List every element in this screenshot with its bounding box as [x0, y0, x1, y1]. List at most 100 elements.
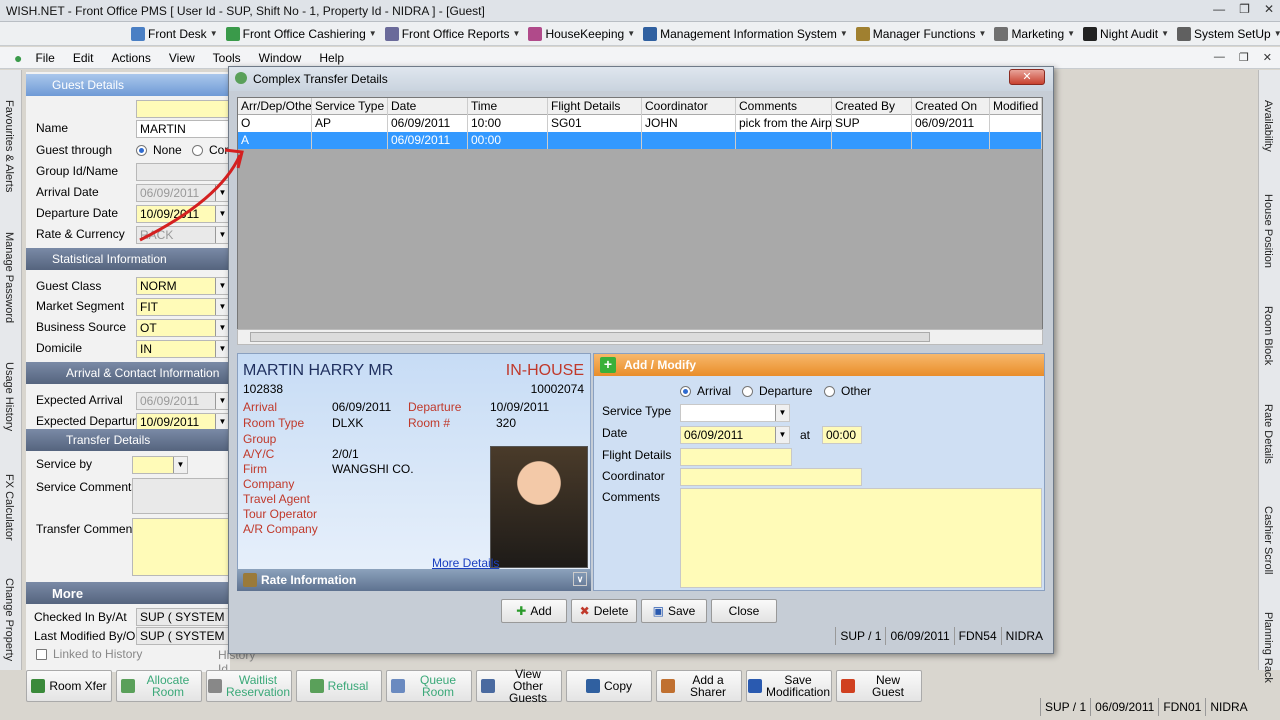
more-details-link[interactable]: More Details [432, 556, 499, 570]
dropdown-arrow-icon[interactable]: ▼ [369, 29, 377, 38]
toolbar-front-office-cashiering[interactable]: Front Office Cashiering ▼ [223, 26, 380, 41]
column-header[interactable]: Coordinator [642, 98, 736, 115]
rate-currency-field[interactable]: RACK ▼ [136, 226, 230, 244]
grid-horizontal-scrollbar[interactable] [237, 329, 1043, 345]
tab-favourites-alerts[interactable]: Favourites & Alerts [3, 100, 15, 192]
tab-fx-calculator[interactable]: FX Calculator [3, 474, 15, 541]
guest-extra-field[interactable] [136, 100, 230, 118]
time-field[interactable]: 00:00 [822, 426, 862, 444]
add-button[interactable]: ✚ Add [501, 599, 567, 623]
service-type-select[interactable]: ▼ [680, 404, 790, 422]
tab-rate-details[interactable]: Rate Details [1262, 404, 1274, 464]
save-button[interactable]: ▣ Save [641, 599, 707, 623]
close-button[interactable]: Close [711, 599, 777, 623]
menu-file[interactable]: File [26, 51, 63, 65]
guest-details-header[interactable]: Guest Details [26, 74, 230, 96]
allocate-room-button[interactable]: Allocate Room [116, 670, 202, 702]
arrival-contact-header[interactable]: Arrival & Contact Information [26, 362, 230, 384]
toolbar-housekeeping[interactable]: HouseKeeping ▼ [525, 26, 638, 41]
group-field[interactable] [136, 163, 230, 181]
flight-details-input[interactable] [680, 448, 792, 466]
market-segment-field[interactable]: FIT ▼ [136, 298, 230, 316]
transfer-comments-field[interactable] [132, 518, 230, 576]
tab-manage-password[interactable]: Manage Password [3, 232, 15, 323]
more-header[interactable]: More [26, 582, 230, 604]
departure-date-field[interactable]: 10/09/2011 ▼ [136, 205, 230, 223]
tab-room-block[interactable]: Room Block [1262, 306, 1274, 365]
dropdown-arrow-icon[interactable]: ▼ [1161, 29, 1169, 38]
restore-icon[interactable]: ❐ [1239, 2, 1250, 16]
column-header[interactable]: Comments [736, 98, 832, 115]
tab-planning-rack[interactable]: Planning Rack [1262, 612, 1274, 683]
tab-change-property[interactable]: Change Property [3, 578, 15, 661]
coordinator-input[interactable] [680, 468, 862, 486]
add-a-sharer-button[interactable]: Add a Sharer [656, 670, 742, 702]
delete-button[interactable]: ✖ Delete [571, 599, 637, 623]
expected-arrival-field[interactable]: 06/09/2011 ▼ [136, 392, 230, 410]
service-comments-field[interactable] [132, 478, 230, 514]
dropdown-arrow-icon[interactable]: ▼ [1274, 29, 1280, 38]
menu-help[interactable]: Help [310, 51, 353, 65]
toolbar-marketing[interactable]: Marketing ▼ [991, 26, 1078, 41]
mdi-restore-icon[interactable]: ❐ [1239, 51, 1249, 64]
transfer-details-header[interactable]: Transfer Details [26, 429, 230, 451]
dropdown-arrow-icon[interactable]: ▼ [1067, 29, 1075, 38]
mdi-close-icon[interactable]: ✕ [1263, 51, 1272, 64]
table-row[interactable]: A 06/09/2011 00:00 [238, 132, 1042, 149]
tab-cashier-scroll[interactable]: Cashier Scroll [1262, 506, 1274, 574]
expand-icon[interactable]: ∨ [573, 572, 587, 586]
column-header[interactable]: Service Type [312, 98, 388, 115]
statistical-info-header[interactable]: Statistical Information [26, 248, 230, 270]
room-xfer-button[interactable]: Room Xfer [26, 670, 112, 702]
menu-window[interactable]: Window [250, 51, 311, 65]
mdi-minimize-icon[interactable]: — [1214, 51, 1225, 64]
scrollbar-thumb[interactable] [250, 332, 930, 342]
guest-through-none-radio[interactable]: None [136, 143, 182, 157]
column-header[interactable]: Flight Details [548, 98, 642, 115]
toolbar-front-desk[interactable]: Front Desk ▼ [128, 26, 221, 41]
guest-class-field[interactable]: NORM ▼ [136, 277, 230, 295]
column-header[interactable]: Created On [912, 98, 990, 115]
date-picker[interactable]: 06/09/2011 ▼ [680, 426, 790, 444]
column-header[interactable]: Arr/Dep/Other [238, 98, 312, 115]
toolbar-night-audit[interactable]: Night Audit ▼ [1080, 26, 1172, 41]
column-header[interactable]: Created By [832, 98, 912, 115]
linked-history-checkbox[interactable]: Linked to History [36, 647, 142, 661]
menu-tools[interactable]: Tools [204, 51, 250, 65]
guest-through-cor-radio[interactable]: Cor [192, 143, 228, 157]
refusal-button[interactable]: Refusal [296, 670, 382, 702]
other-radio[interactable]: Other [824, 384, 871, 398]
column-header[interactable]: Time [468, 98, 548, 115]
toolbar-system-setup[interactable]: System SetUp ▼ [1174, 26, 1280, 41]
toolbar-management-information-system[interactable]: Management Information System ▼ [640, 26, 851, 41]
menu-edit[interactable]: Edit [64, 51, 103, 65]
column-header[interactable]: Modified By [990, 98, 1042, 115]
dropdown-arrow-icon[interactable]: ▼ [210, 29, 218, 38]
tab-usage-history[interactable]: Usage History [3, 362, 15, 431]
tab-house-position[interactable]: House Position [1262, 194, 1274, 268]
minimize-icon[interactable]: — [1213, 2, 1225, 16]
table-row[interactable]: O AP 06/09/2011 10:00 SG01 JOHN pick from the … [238, 115, 1042, 132]
departure-radio[interactable]: Departure [742, 384, 812, 398]
menu-view[interactable]: View [160, 51, 204, 65]
close-icon[interactable]: ✕ [1264, 2, 1274, 16]
grid-header-row[interactable]: Arr/Dep/Other Service Type Date Time Flight … [238, 98, 1042, 115]
name-input[interactable]: MARTIN [136, 120, 230, 138]
dropdown-arrow-icon[interactable]: ▼ [840, 29, 848, 38]
new-guest-button[interactable]: New Guest [836, 670, 922, 702]
toolbar-front-office-reports[interactable]: Front Office Reports ▼ [382, 26, 524, 41]
tab-availability[interactable]: Availability [1262, 100, 1274, 152]
domicile-field[interactable]: IN ▼ [136, 340, 230, 358]
menu-actions[interactable]: Actions [103, 51, 160, 65]
comments-textarea[interactable] [680, 488, 1042, 588]
dropdown-arrow-icon[interactable]: ▼ [627, 29, 635, 38]
view-other-guests-button[interactable]: View Other Guests [476, 668, 562, 704]
rate-information-bar[interactable]: Rate Information ∨ [237, 569, 591, 591]
arrival-radio[interactable]: Arrival [680, 384, 731, 398]
save-modification-button[interactable]: Save Modification [746, 670, 832, 702]
dropdown-arrow-icon[interactable]: ▼ [979, 29, 987, 38]
copy-button[interactable]: Copy [566, 670, 652, 702]
waitlist-reservation-button[interactable]: Waitlist Reservation [206, 670, 292, 702]
arrival-date-field[interactable]: 06/09/2011 ▼ [136, 184, 230, 202]
dropdown-arrow-icon[interactable]: ▼ [513, 29, 521, 38]
